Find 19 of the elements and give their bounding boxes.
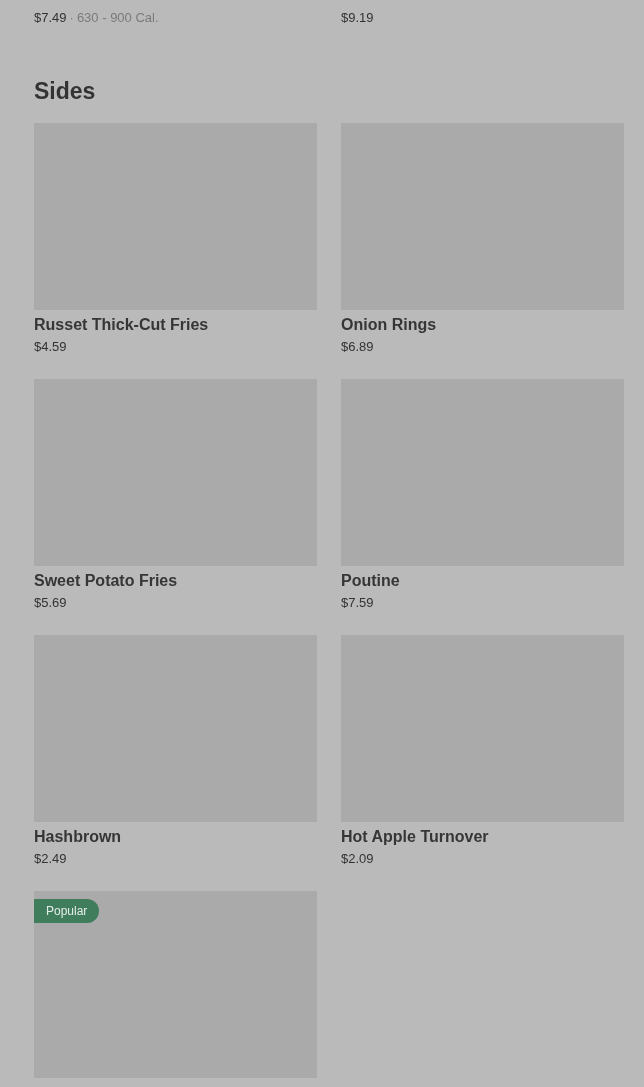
item-price: $2.09	[341, 851, 375, 867]
item-calories: 630 - 900 Cal.	[76, 10, 159, 26]
item-name[interactable]: Sweet Potato Fries	[34, 571, 317, 591]
separator-dot: ·	[69, 10, 74, 26]
section-heading: Sides	[34, 77, 97, 105]
item-price: $7.49	[34, 10, 67, 26]
item-price: $9.19	[341, 10, 374, 26]
item-name[interactable]: Hashbrown	[34, 827, 317, 847]
item-name[interactable]: Onion Rings	[341, 315, 624, 335]
item-price: $2.49	[34, 851, 68, 867]
item-name[interactable]: Russet Thick-Cut Fries	[34, 315, 317, 335]
item-price: $4.59	[34, 339, 68, 355]
item-name[interactable]: Poutine	[341, 571, 624, 591]
item-price: $5.69	[34, 595, 68, 611]
item-price: $6.89	[341, 339, 375, 355]
item-price: $7.59	[341, 595, 375, 611]
image-placeholder[interactable]: Popular	[34, 891, 317, 1078]
item-name[interactable]: Hot Apple Turnover	[341, 827, 624, 847]
popular-badge: Popular	[34, 899, 100, 923]
